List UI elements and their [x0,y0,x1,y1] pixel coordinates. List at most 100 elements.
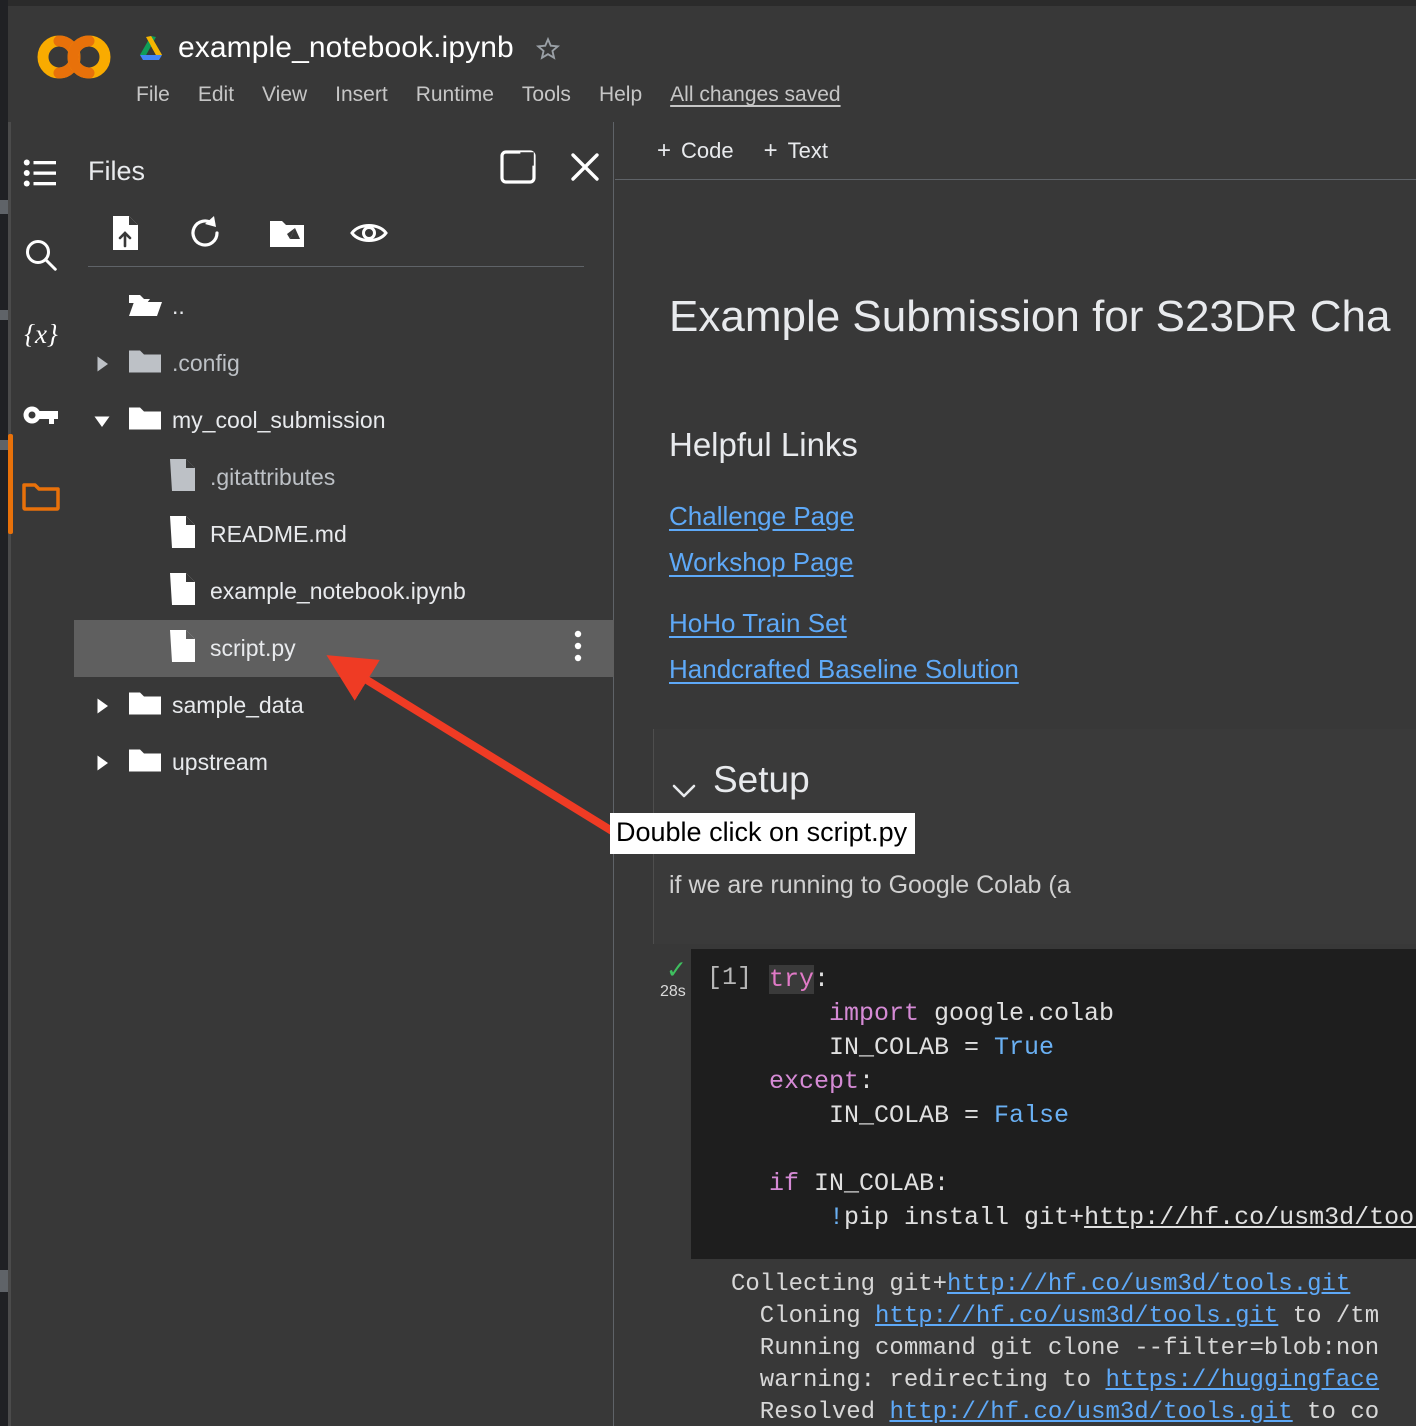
tree-row-parent[interactable]: .. [74,278,614,335]
tree-label: script.py [210,635,296,661]
secrets-key-icon [23,406,58,424]
show-hidden-files-button[interactable] [346,210,392,256]
edge-mark-4 [0,1270,8,1292]
upload-file-icon [113,216,138,250]
menu-help[interactable]: Help [585,80,656,110]
refresh-button[interactable] [182,210,228,256]
menu-insert[interactable]: Insert [321,80,402,110]
add-text-label: Text [787,137,828,163]
sidebar-item-toc[interactable] [8,140,74,206]
edge-mark-2 [0,310,8,320]
tree-label: .config [172,350,240,376]
code-cell[interactable]: ✓ 28s [1] try: import google.colab IN_CO… [653,949,1416,1259]
folder-icon [128,347,162,380]
tree-row-gitattributes[interactable]: .gitattributes [74,449,614,506]
notebook-toolbar: + Code + Text [615,122,1416,180]
tree-row-config[interactable]: .config [74,335,614,392]
file-icon [168,572,196,612]
menu-file[interactable]: File [136,80,184,110]
left-icon-rail: {x} [8,122,74,1426]
folder-icon [128,746,162,779]
cell-exec-count: [1] [707,963,753,992]
tree-row-upstream[interactable]: upstream [74,734,614,791]
tree-row-my-cool-submission[interactable]: my_cool_submission [74,392,614,449]
notebook-area: + Code + Text Example Submission for S23… [615,122,1416,1426]
tree-row-example-notebook[interactable]: example_notebook.ipynb [74,563,614,620]
left-edge-scroll-strip[interactable] [0,0,8,1426]
tree-label: example_notebook.ipynb [210,578,466,604]
refresh-icon [191,216,219,247]
chevron-right-icon[interactable] [92,354,112,374]
menu-runtime[interactable]: Runtime [402,80,508,110]
eye-icon [350,224,388,242]
setup-section-title: Setup [713,759,810,800]
add-code-cell-button[interactable]: + Code [645,132,746,170]
menu-tools[interactable]: Tools [508,80,585,110]
tree-label: my_cool_submission [172,407,386,433]
edge-mark-1 [0,200,8,214]
cell-code-content[interactable]: try: import google.colab IN_COLAB = True… [769,963,1416,1235]
tree-label: README.md [210,521,347,547]
chevron-right-icon[interactable] [92,696,112,716]
sidebar-item-secrets[interactable] [8,382,74,448]
mount-drive-icon [270,221,304,247]
notebook-heading-2: Helpful Links [669,426,858,463]
file-icon [168,515,196,555]
star-outline-icon[interactable] [534,34,562,62]
folder-icon [128,689,162,722]
menu-view[interactable]: View [248,80,321,110]
document-title[interactable]: example_notebook.ipynb [178,31,514,65]
tree-row-readme[interactable]: README.md [74,506,614,563]
link-workshop-page[interactable]: Workshop Page [669,547,854,578]
chevron-right-icon[interactable] [92,753,112,773]
link-handcrafted-baseline[interactable]: Handcrafted Baseline Solution [669,654,1019,685]
cell-gutter: ✓ 28s [653,949,691,1259]
annotation-tooltip: Double click on script.py [610,813,916,854]
folder-icon [128,404,162,437]
more-vert-icon[interactable] [574,630,582,668]
google-drive-icon [136,34,166,62]
variables-icon: {x} [24,319,58,349]
files-panel: Files .. .config my_cool_submission .git… [74,122,614,1426]
app-header: example_notebook.ipynb File Edit View In… [8,6,1416,120]
tree-row-sample-data[interactable]: sample_data [74,677,614,734]
document-title-row: example_notebook.ipynb [136,24,562,72]
colab-logo-icon[interactable] [36,32,112,82]
add-code-label: Code [681,137,734,163]
menu-bar: File Edit View Insert Runtime Tools Help… [136,80,841,110]
setup-section-text: if we are running to Google Colab (a [669,871,1071,899]
table-of-contents-icon [23,159,56,187]
panel-toggle-icon[interactable] [500,150,536,189]
sidebar-item-search[interactable] [8,222,74,288]
close-icon[interactable] [568,150,602,189]
add-text-cell-button[interactable]: + Text [752,132,840,170]
files-folder-icon [22,483,60,511]
upload-file-button[interactable] [102,210,148,256]
link-challenge-page[interactable]: Challenge Page [669,501,854,532]
folder-up-icon [128,290,162,324]
search-icon [26,240,57,271]
menu-edit[interactable]: Edit [184,80,248,110]
notebook-heading-1: Example Submission for S23DR Cha [669,292,1391,341]
check-icon: ✓ [666,956,687,984]
link-hoho-train-set[interactable]: HoHo Train Set [669,608,847,639]
edge-mark-3 [0,440,8,450]
chevron-down-icon[interactable] [669,781,699,806]
files-panel-title: Files [88,156,146,186]
notebook-scroll-region[interactable]: Example Submission for S23DR Cha Helpful… [615,181,1416,1426]
plus-icon: + [763,136,778,164]
cell-output: Collecting git+http://hf.co/usm3d/tools.… [731,1271,1380,1426]
tree-row-script-py[interactable]: script.py [74,620,614,677]
save-status-link[interactable]: All changes saved [670,83,840,107]
tree-label: .. [172,293,185,319]
tree-label: upstream [172,749,268,775]
files-toolbar-divider [88,266,584,267]
sidebar-item-variables[interactable]: {x} [8,302,74,368]
sidebar-item-files[interactable] [8,462,74,528]
file-icon [168,629,196,669]
chevron-down-icon[interactable] [92,411,112,431]
tree-label: .gitattributes [210,464,336,490]
tree-label: sample_data [172,692,304,718]
svg-text:{x}: {x} [24,319,58,349]
mount-drive-button[interactable] [264,210,310,256]
